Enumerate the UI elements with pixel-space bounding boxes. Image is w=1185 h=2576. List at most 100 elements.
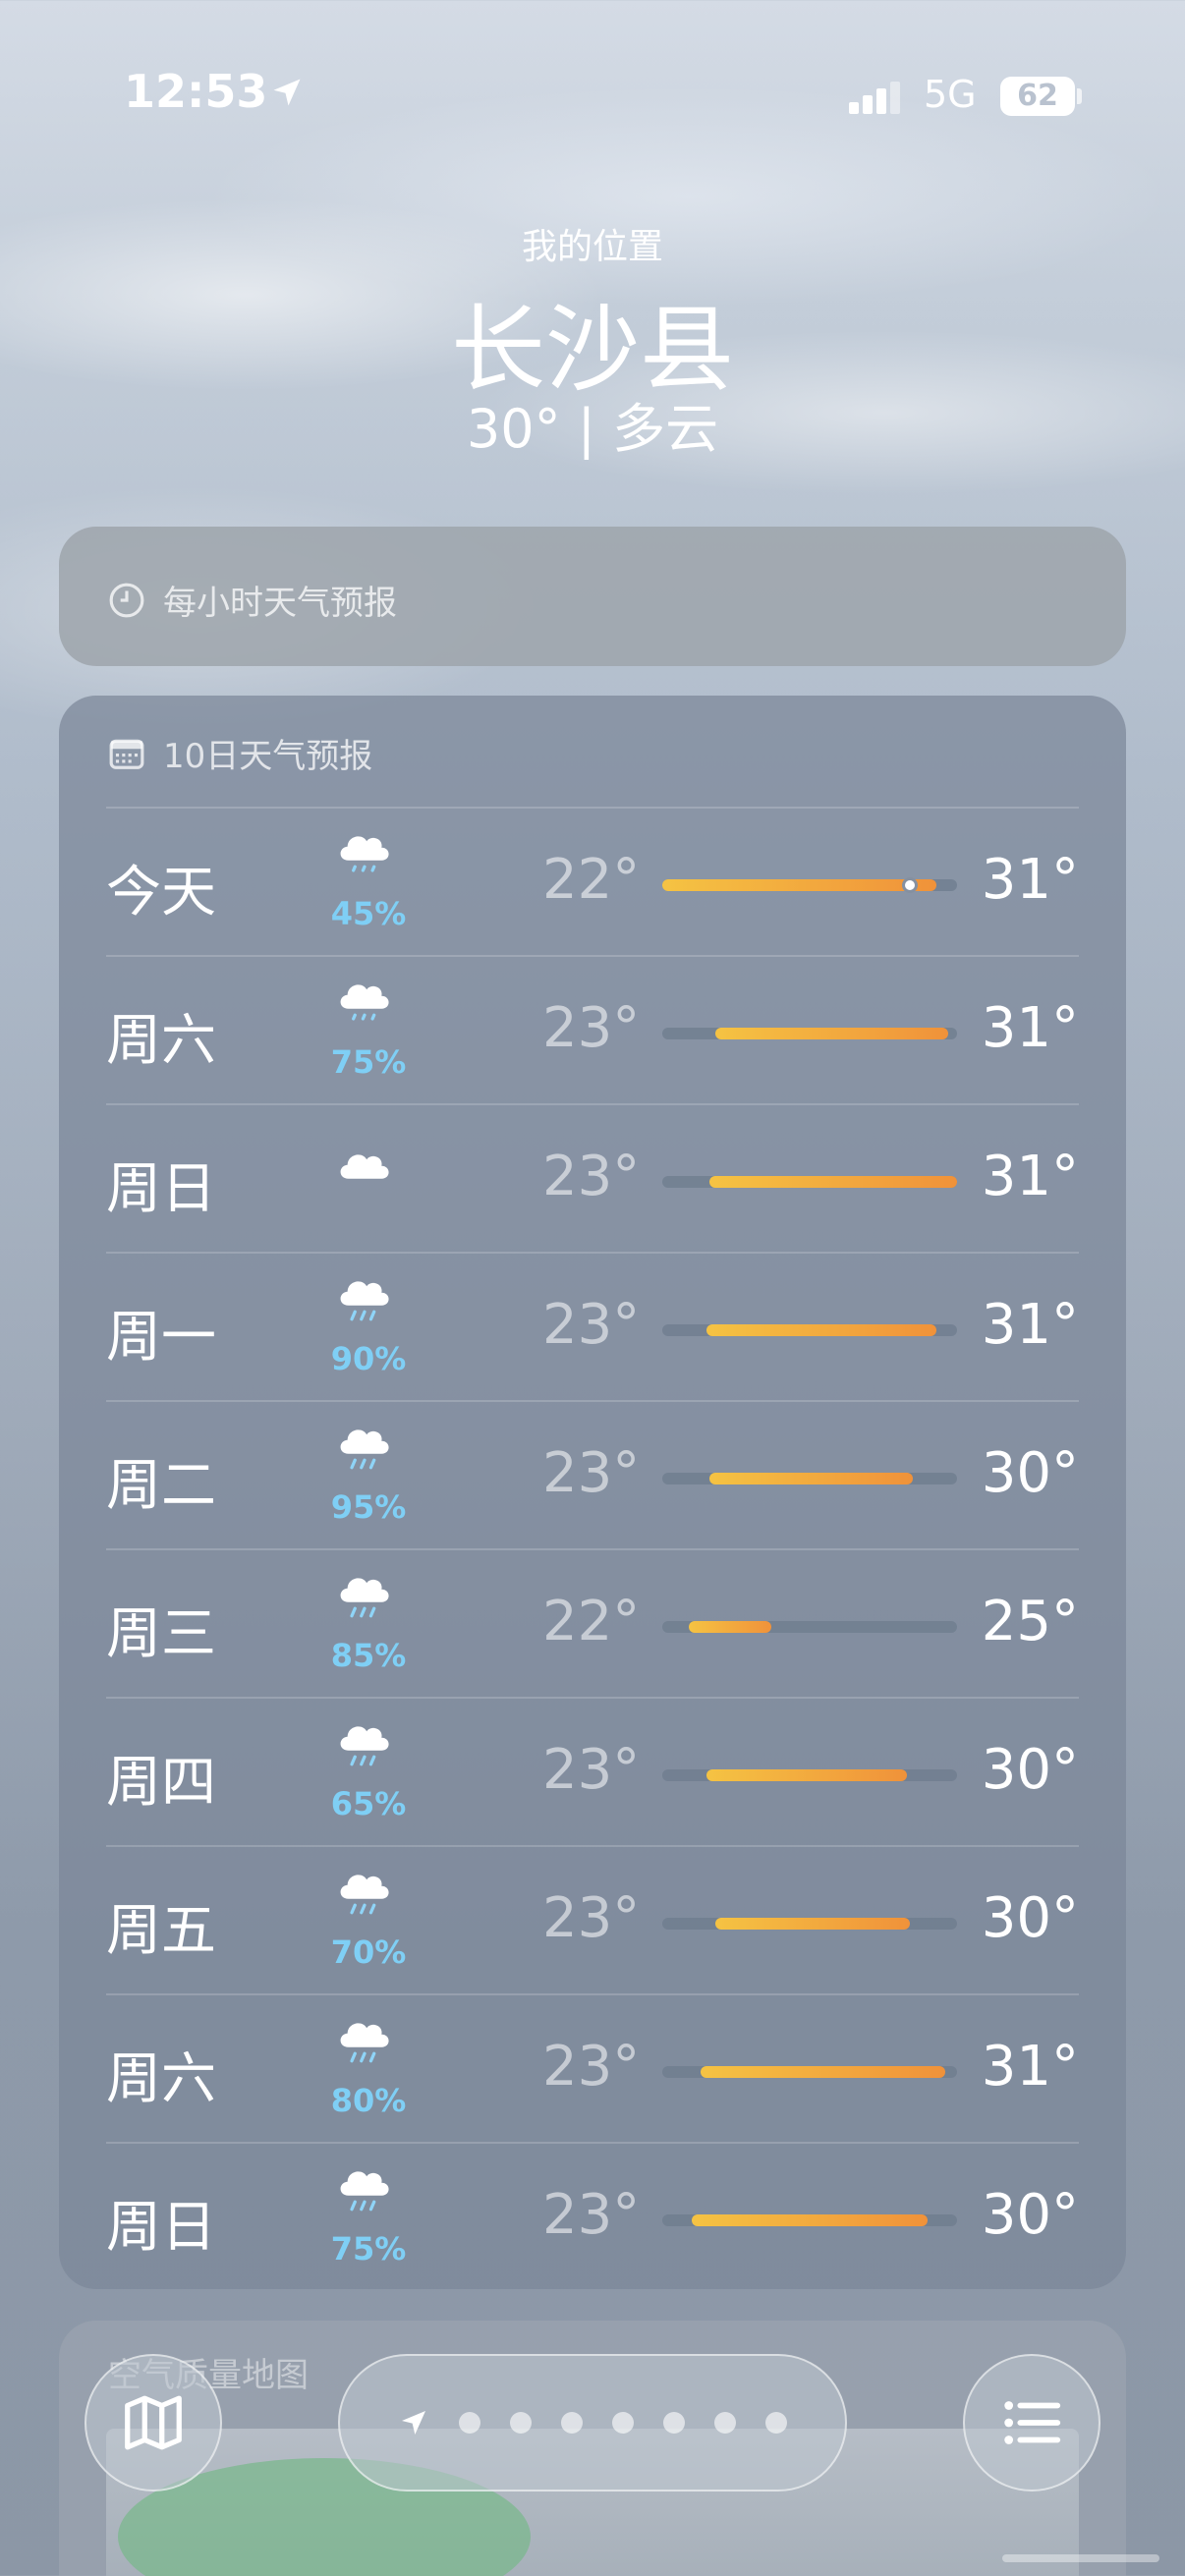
temperature-range-bar — [662, 1473, 957, 1484]
temperature-range-bar — [662, 2066, 957, 2078]
high-temperature: 30° — [981, 2183, 1079, 2247]
temperature-range-fill — [709, 1176, 957, 1188]
forecast-row[interactable]: 周二 95% 23° 30° — [106, 1400, 1079, 1548]
forecast-row[interactable]: 今天 45% 22° 31° — [106, 807, 1079, 955]
rain-cloud-icon — [340, 984, 389, 1021]
signal-icon — [849, 82, 900, 114]
page-dots — [459, 2412, 787, 2434]
forecast-row[interactable]: 周三 85% 22° 25° — [106, 1548, 1079, 1697]
forecast-day: 周日 — [106, 1157, 216, 1221]
precipitation-chance: 45% — [330, 895, 407, 932]
cloud-icon — [340, 1154, 389, 1179]
temperature-range-bar — [662, 1918, 957, 1930]
page-dot[interactable] — [510, 2412, 532, 2434]
heavy-rain-cloud-icon — [340, 1429, 389, 1470]
forecast-row[interactable]: 周六 80% 23° 31° — [106, 1993, 1079, 2142]
hourly-card-title: 每小时天气预报 — [163, 584, 397, 623]
forecast-row[interactable]: 周日 23° 31° — [106, 1103, 1079, 1252]
temperature-range-bar — [662, 1621, 957, 1633]
temperature-range-fill — [662, 879, 936, 891]
low-temperature: 22° — [542, 1590, 641, 1653]
map-button[interactable] — [85, 2354, 222, 2492]
low-temperature: 23° — [542, 2183, 641, 2247]
weather-condition — [324, 1121, 403, 1239]
high-temperature: 30° — [981, 1738, 1079, 1802]
location-list-button[interactable] — [963, 2354, 1100, 2492]
high-temperature: 31° — [981, 1293, 1079, 1357]
high-temperature: 25° — [981, 1590, 1079, 1653]
current-temperature-marker — [902, 877, 918, 893]
location-pager[interactable] — [338, 2354, 847, 2492]
temperature-range-fill — [715, 1918, 910, 1930]
weather-condition: 65% — [324, 1714, 406, 1832]
weather-condition: 45% — [324, 824, 406, 942]
temperature-range-bar — [662, 1176, 957, 1188]
clock-icon — [109, 583, 144, 617]
map-icon — [125, 2395, 182, 2450]
page-dot[interactable] — [765, 2412, 787, 2434]
precipitation-chance: 85% — [330, 1637, 407, 1674]
current-summary: 30° | 多云 — [466, 398, 719, 460]
high-temperature: 30° — [981, 1886, 1079, 1950]
list-icon — [1004, 2401, 1061, 2444]
weather-condition: 75% — [324, 973, 406, 1091]
forecast-day: 周二 — [106, 1454, 216, 1518]
low-temperature: 23° — [542, 996, 641, 1060]
precipitation-chance: 75% — [330, 2230, 407, 2268]
forecast-day: 周五 — [106, 1899, 216, 1963]
temperature-range-bar — [662, 1324, 957, 1336]
low-temperature: 23° — [542, 1886, 641, 1950]
forecast-row[interactable]: 周四 65% 23° 30° — [106, 1697, 1079, 1845]
precipitation-chance: 65% — [330, 1785, 407, 1822]
current-location-icon — [402, 2411, 425, 2435]
page-dot[interactable] — [714, 2412, 736, 2434]
temperature-range-fill — [689, 1621, 771, 1633]
temperature-range-fill — [709, 1473, 913, 1484]
temperature-range-bar — [662, 877, 957, 893]
forecast-row[interactable]: 周日 75% 23° 30° — [106, 2142, 1079, 2290]
hourly-forecast-card[interactable]: 每小时天气预报 — [59, 527, 1126, 666]
ten-day-forecast-card[interactable]: 10日天气预报 今天 45% 22° 31° 周六 75% 23° 31° 周日 23° 31° 周一… — [59, 696, 1126, 2289]
low-temperature: 23° — [542, 1145, 641, 1208]
weather-condition: 75% — [324, 2159, 406, 2277]
temperature-range-bar — [662, 1769, 957, 1781]
forecast-row[interactable]: 周五 70% 23° 30° — [106, 1845, 1079, 1993]
precipitation-chance: 90% — [330, 1340, 407, 1377]
low-temperature: 23° — [542, 1441, 641, 1505]
weather-condition: 95% — [324, 1418, 406, 1536]
page-dot[interactable] — [561, 2412, 583, 2434]
network-type: 5G — [924, 73, 977, 116]
weather-condition: 85% — [324, 1566, 406, 1684]
forecast-row[interactable]: 周六 75% 23° 31° — [106, 955, 1079, 1103]
weather-condition: 70% — [324, 1863, 406, 1981]
temperature-range-fill — [706, 1769, 907, 1781]
heavy-rain-cloud-icon — [340, 1281, 389, 1321]
home-indicator — [1002, 2554, 1159, 2562]
page-dot[interactable] — [663, 2412, 685, 2434]
high-temperature: 31° — [981, 996, 1079, 1060]
precipitation-chance: 70% — [330, 1933, 407, 1971]
hourly-card-header: 每小时天气预报 — [108, 576, 397, 624]
temperature-range-fill — [715, 1028, 948, 1039]
page-dot[interactable] — [459, 2412, 480, 2434]
temperature-range-fill — [701, 2066, 945, 2078]
temperature-range-bar — [662, 2214, 957, 2226]
weather-condition: 90% — [324, 1269, 406, 1387]
heavy-rain-cloud-icon — [340, 2023, 389, 2063]
low-temperature: 23° — [542, 2035, 641, 2099]
low-temperature: 23° — [542, 1293, 641, 1357]
high-temperature: 31° — [981, 2035, 1079, 2099]
forecast-day: 周六 — [106, 2047, 216, 2111]
forecast-list: 今天 45% 22° 31° 周六 75% 23° 31° 周日 23° 31° 周一 90% 23° 31… — [106, 807, 1079, 2290]
low-temperature: 23° — [542, 1738, 641, 1802]
temperature-range-fill — [706, 1324, 936, 1336]
low-temperature: 22° — [542, 848, 641, 912]
page-dot[interactable] — [612, 2412, 634, 2434]
daily-card-header: 10日天气预报 — [108, 729, 372, 777]
forecast-row[interactable]: 周一 90% 23° 31° — [106, 1252, 1079, 1400]
precipitation-chance: 95% — [330, 1488, 407, 1526]
heavy-rain-cloud-icon — [340, 2171, 389, 2212]
forecast-day: 周日 — [106, 2196, 216, 2260]
forecast-day: 周四 — [106, 1751, 216, 1815]
battery-tip — [1077, 88, 1082, 104]
